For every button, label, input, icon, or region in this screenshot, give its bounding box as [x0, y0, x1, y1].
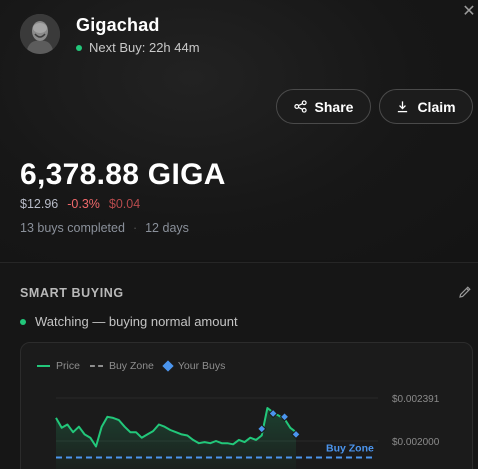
status-text: Watching — buying normal amount	[35, 314, 238, 329]
share-icon	[293, 100, 307, 113]
watching-dot	[20, 318, 26, 325]
smart-buying-status: Watching — buying normal amount	[20, 314, 238, 329]
price-chart: $0.002391 $0.002000 Buy Zone	[55, 394, 440, 469]
close-icon[interactable]: ✕	[460, 3, 478, 21]
claim-button[interactable]: Claim	[379, 89, 473, 124]
avatar-image	[20, 14, 60, 54]
y-tick-top: $0.002391	[392, 394, 440, 405]
buy-stats-row: 13 buys completed · 12 days	[20, 221, 189, 235]
share-button[interactable]: Share	[276, 89, 371, 124]
next-buy-status: Next Buy: 22h 44m	[76, 40, 200, 55]
next-buy-text: Next Buy: 22h 44m	[89, 40, 200, 55]
download-icon	[398, 101, 408, 113]
days-count: 12 days	[145, 221, 189, 235]
change-usd: $0.04	[108, 197, 141, 211]
edit-pencil-icon[interactable]	[458, 285, 472, 299]
buy-zone-label: Buy Zone	[326, 442, 374, 454]
change-percent: -0.3%	[67, 197, 100, 211]
section-title: SMART BUYING	[20, 286, 124, 300]
status-dot	[76, 44, 82, 51]
balance-usd: $12.96	[20, 197, 59, 211]
token-name: Gigachad	[76, 15, 160, 35]
balance-value-row: $12.96 -0.3% $0.04	[20, 197, 140, 211]
y-tick-mid: $0.002000	[392, 437, 440, 448]
token-avatar	[20, 14, 60, 54]
token-balance: 6,378.88 GIGA	[20, 158, 226, 191]
claim-label: Claim	[417, 98, 456, 115]
buys-completed: 13 buys completed	[20, 221, 125, 235]
stats-separator: ·	[132, 221, 138, 235]
share-label: Share	[314, 98, 354, 115]
